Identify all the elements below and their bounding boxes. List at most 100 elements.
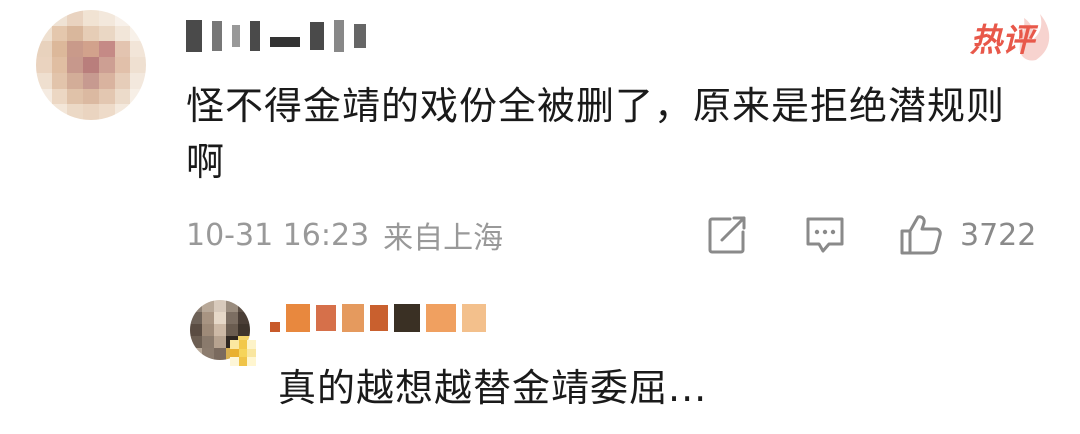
username-pixel: [310, 22, 324, 50]
avatar-pixel: [114, 88, 131, 105]
avatar-pixel: [51, 88, 68, 105]
badge-pixel: [247, 357, 256, 366]
badge-pixel: [247, 348, 256, 358]
avatar-pixel: [130, 72, 146, 89]
avatar-pixel: [98, 57, 115, 73]
avatar-pixel: [202, 312, 214, 324]
avatar-pixel: [130, 104, 146, 120]
username-pixel: [354, 24, 366, 48]
username-pixel: [462, 304, 486, 332]
repost-button[interactable]: [706, 210, 748, 260]
avatar-pixel: [202, 324, 214, 336]
avatar-pixel: [36, 72, 52, 89]
username-pixel: [426, 304, 456, 332]
avatar[interactable]: [36, 10, 146, 120]
username-pixel: [394, 304, 420, 332]
avatar-pixel: [190, 300, 202, 312]
timestamp: 10-31 16:23: [186, 217, 370, 253]
avatar-pixel: [114, 72, 131, 89]
avatar-pixel: [214, 300, 226, 312]
avatar-pixel: [114, 41, 131, 58]
avatar-pixel: [214, 324, 226, 336]
avatar-pixel: [202, 348, 214, 360]
avatar-pixel: [226, 300, 238, 312]
avatar-pixel: [51, 10, 68, 26]
hot-comment-label: 热评: [970, 21, 1035, 59]
avatar-pixel: [130, 57, 146, 73]
username-pixel: [270, 322, 280, 332]
thumbs-up-icon: [900, 215, 942, 255]
avatar-pixel: [130, 25, 146, 42]
avatar-pixel: [83, 88, 99, 105]
avatar-pixel: [51, 57, 68, 73]
username-pixel: [342, 304, 364, 332]
comment-icon: [806, 217, 844, 253]
avatar-pixel: [114, 25, 131, 42]
avatar-pixel: [83, 104, 99, 120]
like-count: 3722: [960, 217, 1037, 253]
avatar-pixel: [67, 88, 84, 105]
username-pixel: [212, 21, 222, 51]
avatar-pixel: [114, 57, 131, 73]
avatar-pixel: [67, 25, 84, 42]
username-pixel: [232, 25, 240, 47]
avatar-pixel: [51, 72, 68, 89]
avatar-pixel: [114, 10, 131, 26]
avatar-pixel: [36, 10, 52, 26]
username-pixel: [286, 304, 310, 332]
avatar-pixel: [214, 348, 226, 360]
avatar-pixel: [83, 25, 99, 42]
avatar-pixel: [202, 300, 214, 312]
username-pixel: [186, 20, 202, 52]
avatar-pixel: [98, 41, 115, 58]
avatar-pixel: [238, 324, 250, 336]
avatar-pixel: [51, 104, 68, 120]
badge-pixel: [230, 340, 239, 349]
username-pixel: [270, 37, 300, 47]
avatar-pixel: [202, 336, 214, 348]
reply-username[interactable]: [270, 298, 486, 338]
avatar-pixel: [114, 104, 131, 120]
username[interactable]: [186, 16, 366, 56]
location: 来自上海: [383, 221, 504, 256]
avatar-pixel: [130, 10, 146, 26]
badge-pixel: [247, 340, 256, 349]
avatar-pixel: [130, 88, 146, 105]
avatar-pixel: [36, 57, 52, 73]
avatar-pixel: [67, 72, 84, 89]
avatar-pixel: [36, 88, 52, 105]
avatar-pixel: [67, 10, 84, 26]
avatar-pixel: [36, 41, 52, 58]
badge-pixel: [230, 348, 239, 358]
avatar-pixel: [130, 41, 146, 58]
comment-text: 怪不得金靖的戏份全被删了，原来是拒绝潜规则啊: [186, 84, 1006, 184]
avatar-pixel: [226, 312, 238, 324]
avatar-pixel: [98, 88, 115, 105]
avatar-pixel: [98, 72, 115, 89]
like-button[interactable]: 3722: [898, 210, 1036, 260]
avatar-pixel: [98, 25, 115, 42]
avatar-pixel: [83, 10, 99, 26]
avatar-pixel: [98, 10, 115, 26]
avatar-pixel: [36, 104, 52, 120]
avatar-pixel: [190, 312, 202, 324]
hot-comment-badge: 热评: [966, 10, 1056, 62]
avatar-pixel: [190, 348, 202, 360]
avatar-pixel: [190, 324, 202, 336]
username-pixel: [316, 305, 336, 331]
badge-pixel: [238, 340, 248, 349]
avatar-pixel: [226, 324, 238, 336]
comment-button[interactable]: [803, 210, 847, 260]
avatar-pixel: [83, 57, 99, 73]
avatar-pixel: [238, 312, 250, 324]
avatar-pixel: [67, 41, 84, 58]
avatar-pixel: [36, 25, 52, 42]
share-icon: [708, 216, 746, 254]
avatar-pixel: [214, 312, 226, 324]
avatar-pixel: [67, 57, 84, 73]
username-pixel: [334, 20, 344, 52]
avatar-pixel: [190, 336, 202, 348]
avatar-pixel: [98, 104, 115, 120]
user-badge-icon: [230, 340, 256, 366]
badge-pixel: [230, 357, 239, 366]
